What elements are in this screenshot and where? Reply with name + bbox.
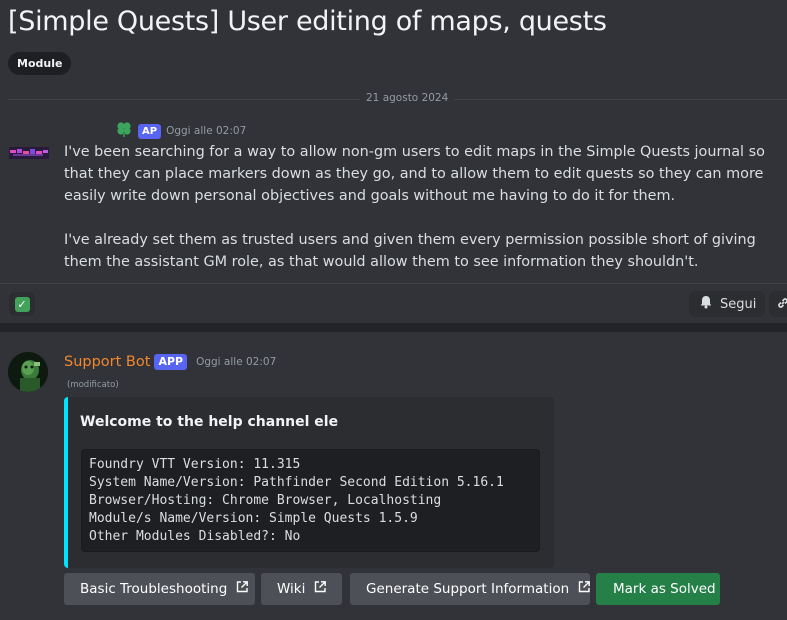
message-timestamp[interactable]: Oggi alle 02:07 <box>166 125 246 137</box>
bell-icon <box>699 295 713 313</box>
code-block: Foundry VTT Version: 11.315 System Name/… <box>81 449 540 552</box>
user-avatar[interactable] <box>9 143 49 163</box>
copy-link-button[interactable] <box>769 291 787 317</box>
button-label: Wiki <box>277 581 306 597</box>
thread-title: [Simple Quests] User editing of maps, qu… <box>8 6 607 37</box>
embed-title: Welcome to the help channel ele <box>80 414 339 430</box>
button-label: Generate Support Information <box>366 581 570 597</box>
external-link-icon <box>235 580 249 598</box>
thread-separator <box>0 323 787 332</box>
code-line: Other Modules Disabled?: No <box>89 529 301 544</box>
date-divider-label: 21 agosto 2024 <box>360 92 455 104</box>
message-content: I've been searching for a way to allow n… <box>64 141 784 295</box>
check-mark-icon: ✓ <box>14 296 30 312</box>
code-line: Browser/Hosting: Chrome Browser, Localho… <box>89 493 442 508</box>
separator <box>0 283 787 284</box>
follow-label: Segui <box>720 296 757 312</box>
basic-troubleshooting-button[interactable]: Basic Troubleshooting <box>64 573 255 605</box>
bot-timestamp[interactable]: Oggi alle 02:07 <box>196 356 276 368</box>
external-link-icon <box>313 580 327 598</box>
wiki-button[interactable]: Wiki <box>261 573 342 605</box>
clover-icon <box>115 121 133 141</box>
button-label: Basic Troubleshooting <box>80 581 228 597</box>
generate-support-button[interactable]: Generate Support Information <box>350 573 591 605</box>
external-link-icon <box>577 580 591 598</box>
mark-solved-button[interactable]: Mark as Solved <box>596 573 720 605</box>
button-label: Mark as Solved <box>613 581 716 597</box>
code-line: Module/s Name/Version: Simple Quests 1.5… <box>89 511 418 526</box>
code-line: Foundry VTT Version: 11.315 <box>89 457 301 472</box>
follow-button[interactable]: Segui <box>689 291 765 317</box>
code-line: System Name/Version: Pathfinder Second E… <box>89 475 504 490</box>
message-paragraph-2: I've already set them as trusted users a… <box>64 232 756 270</box>
app-badge: AP <box>138 123 162 139</box>
edited-label: (modificato) <box>67 380 119 390</box>
help-embed: Welcome to the help channel ele Foundry … <box>64 397 554 568</box>
message-header: AP Oggi alle 02:07 <box>115 122 246 140</box>
link-icon <box>776 295 787 314</box>
bot-message-header: Support Bot APP Oggi alle 02:07 <box>64 352 276 372</box>
app-badge: APP <box>154 354 188 370</box>
tag-module[interactable]: Module <box>8 52 72 75</box>
bot-author-name[interactable]: Support Bot <box>64 354 150 370</box>
reaction-check[interactable]: ✓ <box>9 292 35 316</box>
bot-avatar[interactable] <box>8 352 48 392</box>
message-paragraph-1: I've been searching for a way to allow n… <box>64 144 765 204</box>
